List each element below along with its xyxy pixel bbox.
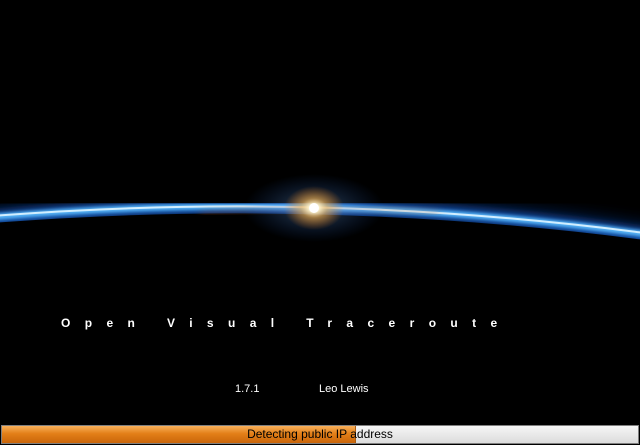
progress-status-text: Detecting public IP address [247,427,393,441]
version-label: 1.7.1 [235,383,260,395]
splash-screen: Open Visual Traceroute 1.7.1 Leo Lewis D… [0,0,640,445]
earth-horizon-image [0,174,640,300]
author-label: Leo Lewis [319,383,369,395]
loading-progress-bar: Detecting public IP address [1,425,639,444]
app-title: Open Visual Traceroute [61,316,512,330]
